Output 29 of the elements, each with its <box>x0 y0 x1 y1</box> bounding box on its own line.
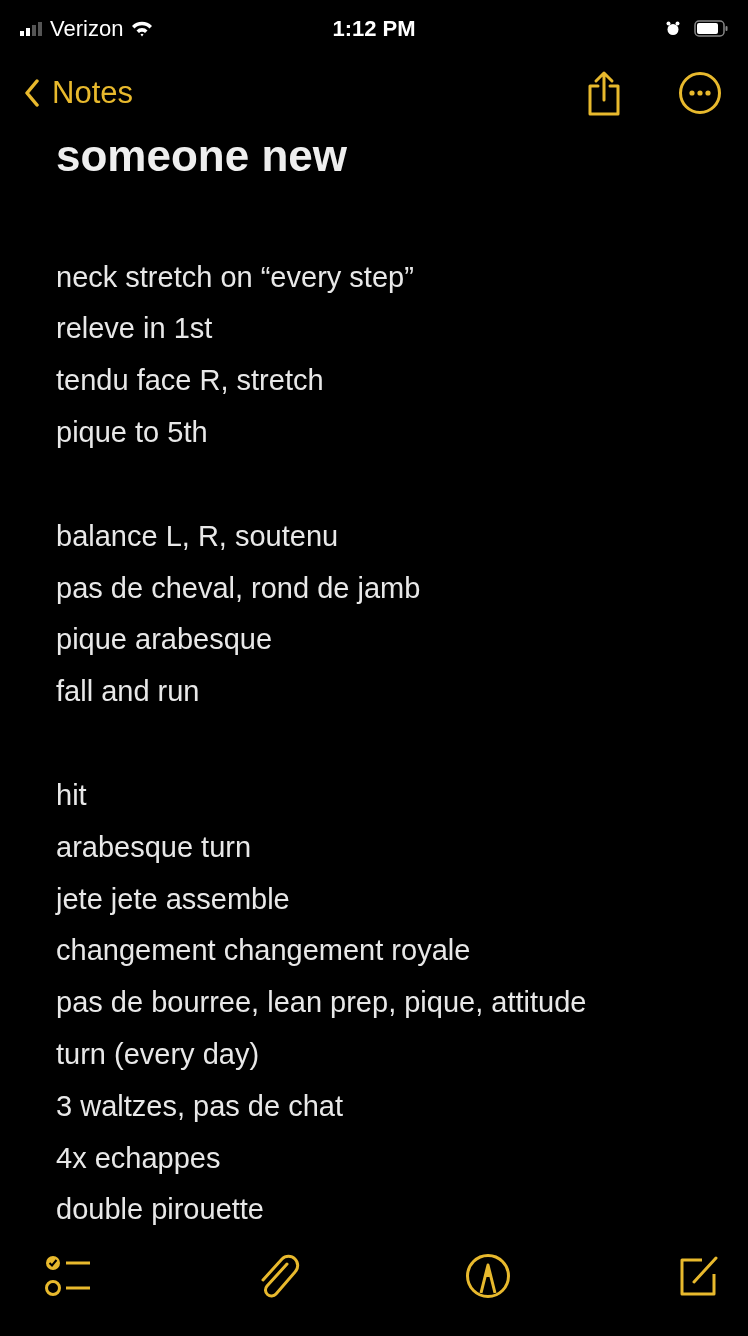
note-line: pique arabesque <box>56 622 274 658</box>
note-line: pas de bourree, lean prep, pique, attitude <box>56 985 588 1021</box>
note-line: tendu face R, stretch <box>56 363 325 399</box>
signal-icon <box>20 21 42 36</box>
status-time: 1:12 PM <box>332 15 416 42</box>
back-button[interactable]: Notes <box>24 74 133 111</box>
more-icon[interactable] <box>678 70 722 115</box>
note-line: 4x echappes <box>56 1140 222 1176</box>
share-icon[interactable] <box>586 69 622 116</box>
note-line: neck stretch on “every step” <box>56 259 415 295</box>
chevron-left-icon <box>24 78 40 107</box>
note-line: jete jete assemble <box>56 881 291 917</box>
note-title: someone new <box>56 129 348 182</box>
note-line: 3 waltzes, pas de chat <box>56 1088 344 1124</box>
battery-icon <box>694 20 728 38</box>
note-line: hit <box>56 778 88 814</box>
note-line: double pirouette <box>56 1192 265 1228</box>
alarm-icon <box>666 21 680 37</box>
note-line: turn (every day) <box>56 1037 261 1072</box>
carrier-name: Verizon <box>50 15 124 42</box>
note-line: arabesque turn <box>56 829 253 865</box>
note-line: pas de cheval, rond de jamb <box>56 570 422 606</box>
note-line: changement changement royale <box>56 933 472 969</box>
note-line: releve in 1st <box>56 311 214 347</box>
wifi-icon <box>131 20 154 37</box>
note-line: pique to 5th <box>56 415 209 451</box>
pen-icon[interactable] <box>465 1253 512 1300</box>
note-line: balance L, R, soutenu <box>56 518 340 554</box>
note-line: fall and run <box>56 674 201 710</box>
